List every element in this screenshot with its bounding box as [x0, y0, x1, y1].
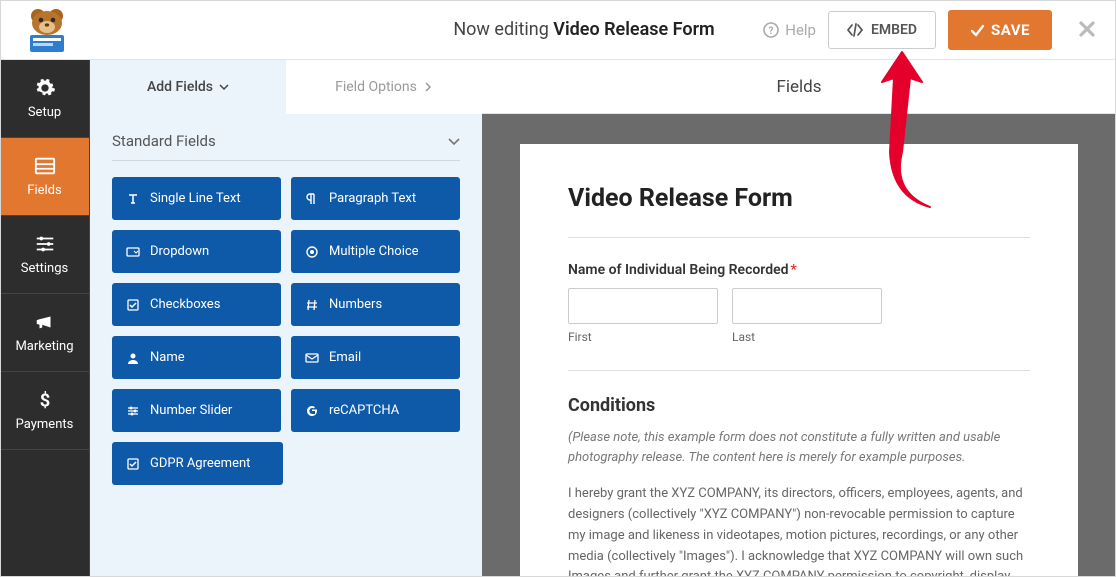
nav-setup[interactable]: Setup — [0, 60, 89, 138]
field-email[interactable]: Email — [291, 336, 460, 379]
app-logo — [12, 2, 82, 57]
divider — [568, 237, 1030, 238]
conditions-title: Conditions — [568, 395, 1030, 416]
left-panel: Add Fields Field Options Standard Fields… — [90, 60, 482, 577]
embed-label: EMBED — [871, 22, 917, 38]
google-icon — [305, 404, 319, 418]
tab-field-options[interactable]: Field Options — [286, 60, 482, 114]
form-title: Video Release Form — [568, 184, 1030, 213]
nav-marketing-label: Marketing — [15, 339, 73, 354]
form-preview[interactable]: Video Release Form Name of Individual Be… — [520, 144, 1078, 577]
svg-text:$: $ — [39, 390, 50, 411]
tab-options-label: Field Options — [335, 79, 417, 95]
fields-icon — [34, 155, 56, 177]
chevron-right-icon — [423, 82, 433, 92]
save-label: SAVE — [991, 21, 1030, 39]
help-icon: ? — [763, 22, 779, 38]
field-single-line-text[interactable]: Single Line Text — [112, 177, 281, 220]
field-checkboxes[interactable]: Checkboxes — [112, 283, 281, 326]
nav-settings[interactable]: Settings — [0, 216, 89, 294]
first-name-input[interactable] — [568, 288, 718, 324]
field-number-slider[interactable]: Number Slider — [112, 389, 281, 432]
field-paragraph-text[interactable]: Paragraph Text — [291, 177, 460, 220]
radio-icon — [305, 245, 319, 259]
embed-icon — [847, 23, 863, 37]
name-row — [568, 288, 1030, 324]
sub-first: First — [568, 330, 718, 344]
required-asterisk: * — [791, 262, 797, 278]
embed-button[interactable]: EMBED — [828, 11, 936, 49]
chevron-down-icon — [448, 135, 460, 147]
preview-area: Video Release Form Name of Individual Be… — [482, 114, 1116, 577]
chevron-down-icon — [219, 82, 229, 92]
slider-icon — [126, 404, 140, 418]
field-dropdown[interactable]: Dropdown — [112, 230, 281, 273]
sub-labels: First Last — [568, 330, 1030, 344]
nav-marketing[interactable]: Marketing — [0, 294, 89, 372]
name-field-label: Name of Individual Being Recorded* — [568, 262, 1030, 278]
nav-payments[interactable]: $ Payments — [0, 372, 89, 450]
field-gdpr[interactable]: GDPR Agreement — [112, 442, 283, 485]
preview-header: Fields — [482, 60, 1116, 114]
save-button[interactable]: SAVE — [948, 10, 1052, 50]
field-recaptcha[interactable]: reCAPTCHA — [291, 389, 460, 432]
nav-settings-label: Settings — [21, 261, 68, 276]
top-bar: Now editing Video Release Form ? Help EM… — [0, 0, 1116, 60]
field-numbers[interactable]: Numbers — [291, 283, 460, 326]
close-icon — [1078, 20, 1096, 38]
paragraph-icon — [305, 192, 319, 206]
check-square-icon — [126, 457, 140, 471]
user-icon — [126, 351, 140, 365]
help-label: Help — [785, 21, 816, 39]
nav-fields-label: Fields — [27, 183, 61, 198]
conditions-note: (Please note, this example form does not… — [568, 428, 1030, 468]
nav-rail: Setup Fields Settings Marketing $ Paymen… — [0, 60, 90, 577]
nav-fields[interactable]: Fields — [0, 138, 89, 216]
tab-add-fields[interactable]: Add Fields — [90, 60, 286, 114]
field-multiple-choice[interactable]: Multiple Choice — [291, 230, 460, 273]
check-icon — [970, 23, 985, 38]
section-header-standard[interactable]: Standard Fields — [90, 114, 482, 160]
megaphone-icon — [34, 311, 56, 333]
divider — [112, 160, 460, 161]
preview-wrap: Fields Video Release Form Name of Indivi… — [482, 60, 1116, 577]
email-icon — [305, 351, 319, 365]
text-icon — [126, 192, 140, 206]
editing-prefix: Now editing — [453, 19, 548, 40]
section-title: Standard Fields — [112, 132, 216, 150]
dollar-icon: $ — [34, 389, 56, 411]
nav-payments-label: Payments — [16, 417, 74, 432]
sliders-icon — [34, 233, 56, 255]
divider — [568, 370, 1030, 371]
conditions-body: I hereby grant the XYZ COMPANY, its dire… — [568, 484, 1030, 577]
panel-tabs: Add Fields Field Options — [90, 60, 482, 114]
dropdown-icon — [126, 245, 140, 259]
hash-icon — [305, 298, 319, 312]
sub-last: Last — [732, 330, 882, 344]
close-button[interactable] — [1072, 10, 1102, 50]
field-name[interactable]: Name — [112, 336, 281, 379]
form-name: Video Release Form — [553, 19, 714, 40]
help-button[interactable]: ? Help — [763, 21, 816, 39]
svg-text:?: ? — [769, 26, 774, 37]
last-name-input[interactable] — [732, 288, 882, 324]
tab-add-label: Add Fields — [147, 79, 213, 95]
gear-icon — [34, 77, 56, 99]
nav-setup-label: Setup — [28, 105, 61, 120]
field-grid: Single Line Text Paragraph Text Dropdown… — [90, 177, 482, 485]
checkbox-icon — [126, 298, 140, 312]
